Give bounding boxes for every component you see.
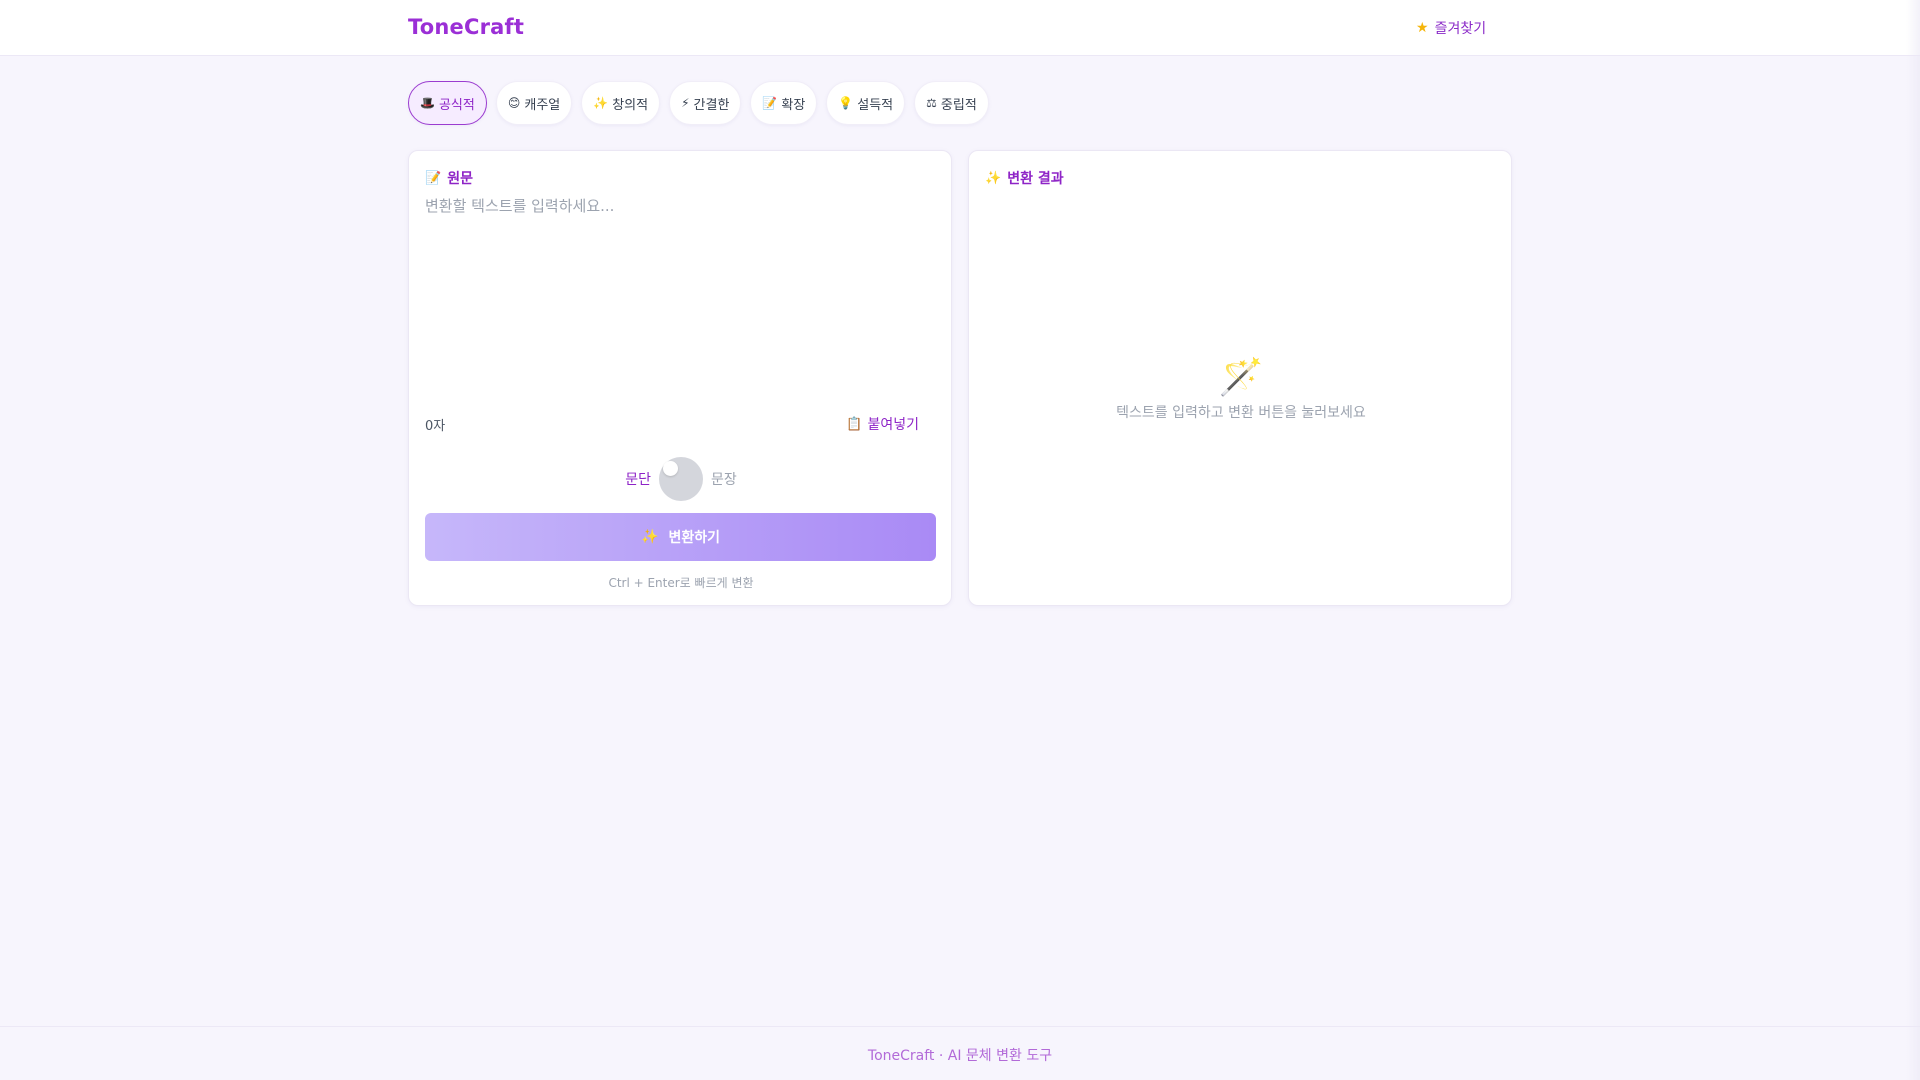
empty-message: 텍스트를 입력하고 변환 버튼을 눌러보세요 <box>1116 405 1366 421</box>
result-card: ✨ 변환 결과 🪄 텍스트를 입력하고 변환 버튼을 눌러보세요 <box>968 150 1512 606</box>
tone-label: 설득적 <box>857 97 894 113</box>
tone-chip[interactable]: 🎩 공식적 <box>408 81 487 125</box>
bookmark-button[interactable]: ★ 즐겨찾기 <box>1416 18 1486 38</box>
toggle-knob <box>663 461 678 476</box>
tone-chip[interactable]: 📝 확장 <box>750 81 818 125</box>
convert-button[interactable]: ✨ 변환하기 <box>425 513 936 561</box>
footer-text: ToneCraft · AI 문체 변환 도구 <box>867 1048 1053 1064</box>
star-icon: ★ <box>1416 20 1429 36</box>
tone-chip[interactable]: ⚡ 간결한 <box>669 81 742 125</box>
paste-label: 붙여넣기 <box>867 417 919 433</box>
mode-paragraph-label[interactable]: 문단 <box>625 469 651 489</box>
tone-icon: ✨ <box>593 96 609 110</box>
tone-label: 캐주얼 <box>524 97 561 113</box>
tone-icon: 📝 <box>762 96 778 110</box>
tone-chip[interactable]: ✨ 창의적 <box>581 81 661 125</box>
tone-chip[interactable]: 😊 캐주얼 <box>495 81 573 125</box>
source-text-input[interactable] <box>425 195 937 395</box>
tone-label: 창의적 <box>612 97 649 113</box>
convert-label: 변환하기 <box>668 530 720 546</box>
tone-label: 간결한 <box>693 97 730 113</box>
magic-wand-icon: 🪄 <box>1218 357 1264 398</box>
tone-selector: 🎩 공식적 😊 캐주얼 ✨ 창의적 ⚡ 간결한 📝 확장 💡 설득적 ⚖ 중립적 <box>408 81 989 125</box>
char-count: 0자 <box>425 419 446 434</box>
split-mode-row: 문단 문장 <box>409 457 953 501</box>
split-mode-toggle[interactable] <box>659 457 703 501</box>
tone-icon: 🎩 <box>420 96 435 110</box>
shortcut-hint: Ctrl + Enter로 빠르게 변환 <box>608 576 754 590</box>
result-card-title: ✨ 변환 결과 <box>985 168 1064 188</box>
memo-icon: 📝 <box>425 170 442 186</box>
input-card-title: 📝 원문 <box>425 168 473 188</box>
paste-button[interactable]: 📋 붙여넣기 <box>846 414 919 434</box>
scrollbar-track <box>1906 0 1920 1080</box>
top-header: ToneCraft ★ 즐겨찾기 <box>0 0 1920 56</box>
tone-icon: 💡 <box>838 96 854 110</box>
tone-label: 공식적 <box>438 97 475 113</box>
tone-icon: 😊 <box>507 96 521 110</box>
bookmark-label: 즐겨찾기 <box>1434 21 1487 37</box>
tone-label: 중립적 <box>940 97 977 113</box>
tone-icon: ⚡ <box>681 96 690 110</box>
tone-chip[interactable]: ⚖ 중립적 <box>914 81 989 125</box>
sparkles-icon: ✨ <box>985 170 1002 186</box>
clipboard-icon: 📋 <box>846 416 863 432</box>
sparkles-icon: ✨ <box>641 529 659 545</box>
mode-sentence-label[interactable]: 문장 <box>711 469 737 489</box>
result-empty-state: 🪄 텍스트를 입력하고 변환 버튼을 눌러보세요 <box>969 356 1513 422</box>
result-card-title-text: 변환 결과 <box>1007 171 1064 187</box>
page-footer: ToneCraft · AI 문체 변환 도구 <box>0 1026 1920 1080</box>
tone-label: 확장 <box>781 97 806 113</box>
tone-icon: ⚖ <box>926 96 937 110</box>
input-card: 📝 원문 0자 📋 붙여넣기 문단 문장 ✨ 변환하기 Ctrl + Enter… <box>408 150 952 606</box>
tone-chip[interactable]: 💡 설득적 <box>826 81 906 125</box>
app-logo[interactable]: ToneCraft <box>408 15 524 39</box>
input-card-title-text: 원문 <box>447 171 473 187</box>
